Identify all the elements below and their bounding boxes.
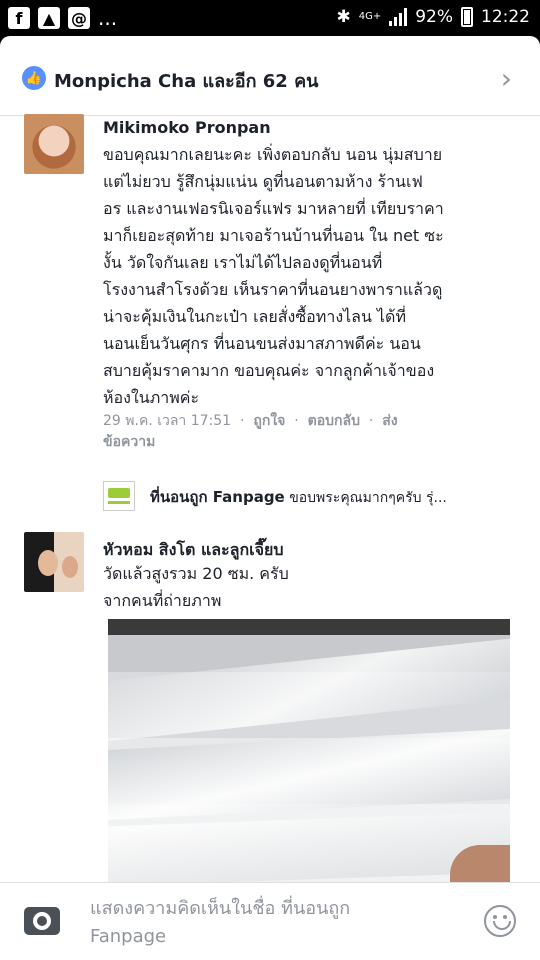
reply-link[interactable]: ตอบกลับ — [308, 413, 360, 429]
comment-input[interactable]: แสดงความคิดเห็นในชื่อ ที่นอนถูก Fanpage — [90, 895, 450, 951]
emoji-icon[interactable] — [484, 905, 516, 937]
page-avatar — [103, 481, 135, 511]
comment-author[interactable]: Mikimoko Pronpan — [103, 118, 271, 137]
system-status: ✱ 4G+ 92% 12:22 — [336, 7, 530, 27]
clock: 12:22 — [481, 7, 530, 27]
comment-line: ห้องในภาพค่ะ — [103, 388, 200, 407]
camera-icon[interactable] — [24, 907, 60, 935]
like-thumb-icon: 👍 — [22, 66, 46, 90]
comments-sheet: 👍 Monpicha Cha และอีก 62 คน › Mikimoko P… — [0, 36, 540, 960]
avatar[interactable] — [24, 114, 84, 174]
comment-photo[interactable] — [108, 619, 510, 883]
comment-line: น่าจะคุ้มเงินในกะเป๋า เลยสั่งซื้อทางไลน … — [103, 307, 406, 326]
send-message-link-cont[interactable]: ข้อความ — [103, 432, 503, 453]
reply-author[interactable]: ที่นอนถูก Fanpage — [150, 488, 285, 506]
send-message-link[interactable]: ส่ง — [382, 413, 397, 429]
more-notifications: ... — [98, 6, 118, 30]
email-notification-icon: @ — [68, 7, 90, 29]
comment-line: โรงงานสำโรงด้วย เห็นราคาที่นอนยางพาราแล้… — [103, 280, 443, 299]
notification-icons: f ▲ @ ... — [8, 7, 117, 29]
battery-percent: 92% — [415, 7, 453, 27]
comment-line: สบายคุ้มราคามาก ขอบคุณค่ะ จากลูกค้าเจ้าข… — [103, 361, 435, 380]
comment-line: งั้น วัดใจกันเลย เราไม่ได้ไปลองดูที่นอนท… — [103, 253, 383, 272]
comment-input-placeholder-cont: Fanpage — [90, 926, 167, 947]
comment-meta: 29 พ.ค. เวลา 17:51 · ถูกใจ · ตอบกลับ · ส… — [103, 411, 503, 453]
comment-timestamp: 29 พ.ค. เวลา 17:51 — [103, 413, 232, 429]
signal-icon — [389, 8, 408, 26]
avatar[interactable] — [24, 532, 84, 592]
status-bar: f ▲ @ ... ✱ 4G+ 92% 12:22 — [0, 0, 540, 36]
comment-line: จากคนที่ถ่ายภาพ — [103, 591, 222, 610]
comment-body: ขอบคุณมากเลยนะคะ เพิ่งตอบกลับ นอน นุ่มสบ… — [103, 141, 519, 411]
comment-line: นอนเย็นวันศุกร ที่นอนขนส่งมาสภาพดีค่ะ นอ… — [103, 334, 421, 353]
chevron-right-icon[interactable]: › — [501, 62, 512, 95]
comment-body: วัดแล้วสูงรวม 20 ซม. ครับ จากคนที่ถ่ายภา… — [103, 560, 519, 614]
comment-line: วัดแล้วสูงรวม 20 ซม. ครับ — [103, 564, 289, 583]
comment-line: ขอบคุณมากเลยนะคะ เพิ่งตอบกลับ นอน นุ่มสบ… — [103, 145, 443, 164]
reactions-header[interactable]: 👍 Monpicha Cha และอีก 62 คน › — [0, 36, 540, 116]
like-link[interactable]: ถูกใจ — [253, 413, 285, 429]
network-type: 4G+ — [358, 11, 382, 22]
comment-line: มาก็เยอะสุดท้าย มาเจอร้านบ้านที่นอน ใน n… — [103, 226, 444, 245]
comment-input-placeholder: แสดงความคิดเห็นในชื่อ ที่นอนถูก — [90, 898, 351, 919]
bluetooth-icon: ✱ — [336, 7, 351, 27]
reply-snippet: ขอบพระคุณมากๆครับ รุ่... — [289, 490, 447, 506]
gallery-notification-icon: ▲ — [38, 7, 60, 29]
facebook-notification-icon: f — [8, 7, 30, 29]
comment-line: แต่ไม่ยวบ รู้สึกนุ่มแน่น ดูที่นอนตามห้าง… — [103, 172, 423, 191]
battery-icon — [461, 7, 473, 27]
comment-composer: แสดงความคิดเห็นในชื่อ ที่นอนถูก Fanpage — [0, 882, 540, 960]
reactions-summary: Monpicha Cha และอีก 62 คน — [54, 71, 319, 92]
reply-preview[interactable]: ที่นอนถูก Fanpage ขอบพระคุณมากๆครับ รุ่.… — [0, 479, 540, 515]
comment-line: อร และงานเฟอรนิเจอร์แฟร มาหลายที่ เทียบร… — [103, 199, 444, 218]
